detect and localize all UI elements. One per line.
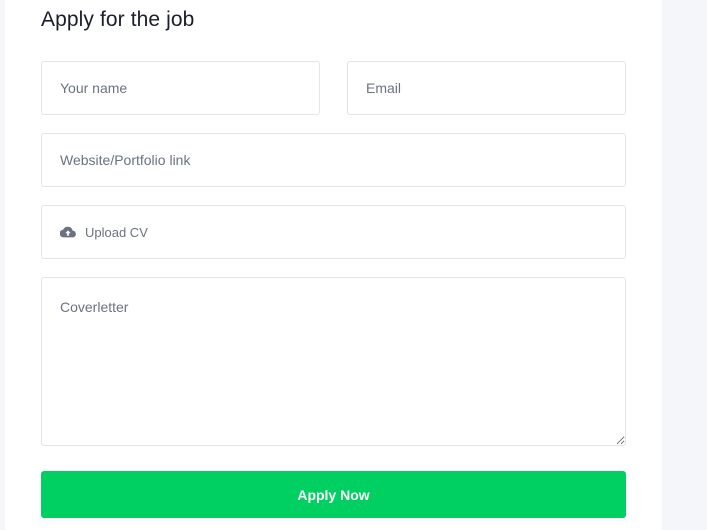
coverletter-textarea[interactable] (41, 277, 626, 446)
application-form-card: Apply for the job Upload CV Apply Now (5, 0, 662, 530)
apply-now-button[interactable]: Apply Now (41, 471, 626, 518)
email-input[interactable] (347, 61, 626, 115)
form-title: Apply for the job (41, 8, 195, 31)
upload-cv-field[interactable]: Upload CV (41, 205, 626, 259)
upload-cv-label: Upload CV (85, 224, 148, 240)
cloud-upload-icon (60, 226, 76, 239)
name-input[interactable] (41, 61, 320, 115)
website-portfolio-input[interactable] (41, 133, 626, 187)
